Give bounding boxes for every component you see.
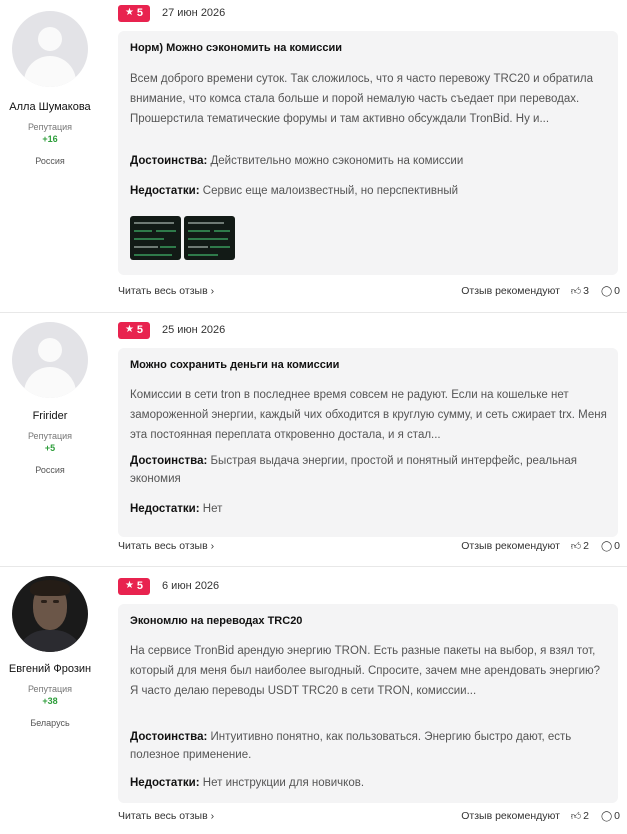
reputation-value: +38 <box>42 696 58 706</box>
review-date: 25 июн 2026 <box>162 324 226 336</box>
like-button[interactable]: 👍︎ 2 <box>571 810 589 822</box>
review-header: ★ 5 25 июн 2026 <box>118 321 225 339</box>
author-name[interactable]: Алла Шумакова <box>0 101 100 113</box>
review-image-thumbnail[interactable] <box>130 216 181 260</box>
review-title[interactable]: Экономлю на переводах TRC20 <box>130 615 302 627</box>
cons-text: Нет <box>202 503 223 515</box>
review-body: Экономлю на переводах TRC20 На сервисе T… <box>118 604 618 803</box>
comment-button[interactable]: ◯ 0 <box>601 810 620 822</box>
review-cons: Недостатки: Нет <box>130 500 608 518</box>
review-title[interactable]: Норм) Можно сэкономить на комиссии <box>130 42 342 54</box>
review-pros: Достоинства: Интуитивно понятно, как пол… <box>130 728 608 764</box>
review-images <box>130 216 235 260</box>
author-country: Россия <box>35 465 65 475</box>
reputation-value: +16 <box>42 134 58 144</box>
review-card: Fririder Репутация +5 Россия ★ 5 25 июн 2… <box>0 318 627 564</box>
star-icon: ★ <box>124 580 134 591</box>
review-header: ★ 5 27 июн 2026 <box>118 4 225 22</box>
review-card: Евгений Фрозин Репутация +38 Беларусь ★ 5… <box>0 574 627 834</box>
comment-icon: ◯ <box>600 540 613 552</box>
cons-label: Недостатки: <box>130 185 200 197</box>
reputation-label: Репутация <box>27 122 73 132</box>
comment-icon: ◯ <box>600 285 613 297</box>
review-card: Алла Шумакова Репутация +16 Россия ★ 5 27… <box>0 0 627 310</box>
thumbs-up-icon: 👍︎ <box>570 286 582 297</box>
star-icon: ★ <box>124 7 134 18</box>
recommend-label: Отзыв рекомендуют <box>461 810 560 822</box>
like-count: 2 <box>583 540 589 552</box>
like-button[interactable]: 👍︎ 3 <box>571 285 589 297</box>
review-body: Можно сохранить деньги на комиссии Комис… <box>118 348 618 537</box>
pros-label: Достоинства: <box>130 731 208 743</box>
star-icon: ★ <box>124 324 134 335</box>
review-footer: Читать весь отзыв › Отзыв рекомендуют 👍︎… <box>118 810 620 826</box>
review-text: Всем доброго времени суток. Так сложилос… <box>130 73 594 125</box>
rating-badge: ★ 5 <box>118 577 150 595</box>
author-country: Беларусь <box>30 718 70 728</box>
thumbs-up-icon: 👍︎ <box>570 811 582 822</box>
review-title[interactable]: Можно сохранить деньги на комиссии <box>130 359 339 371</box>
pros-label: Достоинства: <box>130 455 208 467</box>
review-author: Евгений Фрозин Репутация +38 Беларусь <box>0 574 100 728</box>
review-pros: Достоинства: Действительно можно сэконом… <box>130 152 608 170</box>
rating-value: 5 <box>136 7 144 19</box>
user-avatar-photo[interactable] <box>12 576 88 652</box>
comment-count: 0 <box>614 540 620 552</box>
user-placeholder-icon[interactable] <box>12 322 88 398</box>
review-text: На сервисе TronBid арендую энергию TRON.… <box>130 645 601 697</box>
user-placeholder-icon[interactable] <box>12 11 88 87</box>
read-full-review-link[interactable]: Читать весь отзыв › <box>118 810 214 822</box>
review-author: Fririder Репутация +5 Россия <box>0 318 100 475</box>
comment-count: 0 <box>614 285 620 297</box>
like-button[interactable]: 👍︎ 2 <box>571 540 589 552</box>
review-body: Норм) Можно сэкономить на комиссии Всем … <box>118 31 618 275</box>
review-image-thumbnail[interactable] <box>184 216 235 260</box>
reputation-value: +5 <box>44 443 56 453</box>
comment-count: 0 <box>614 810 620 822</box>
review-author: Алла Шумакова Репутация +16 Россия <box>0 0 100 166</box>
cons-label: Недостатки: <box>130 503 200 515</box>
comment-icon: ◯ <box>600 810 613 822</box>
review-cons: Недостатки: Сервис еще малоизвестный, но… <box>130 182 608 200</box>
rating-badge: ★ 5 <box>118 321 150 339</box>
read-full-review-link[interactable]: Читать весь отзыв › <box>118 285 214 297</box>
pros-text: Действительно можно сэкономить на комисс… <box>210 155 464 167</box>
review-header: ★ 5 6 июн 2026 <box>118 577 219 595</box>
rating-value: 5 <box>136 324 144 336</box>
pros-label: Достоинства: <box>130 155 208 167</box>
reputation-label: Репутация <box>27 684 73 694</box>
cons-label: Недостатки: <box>130 777 200 789</box>
comment-button[interactable]: ◯ 0 <box>601 285 620 297</box>
author-name[interactable]: Евгений Фрозин <box>0 663 100 675</box>
review-footer: Читать весь отзыв › Отзыв рекомендуют 👍︎… <box>118 285 620 301</box>
rating-badge: ★ 5 <box>118 4 150 22</box>
review-pros: Достоинства: Быстрая выдача энергии, про… <box>130 452 608 488</box>
recommend-label: Отзыв рекомендуют <box>461 285 560 297</box>
cons-text: Сервис еще малоизвестный, но перспективн… <box>202 185 459 197</box>
review-footer: Читать весь отзыв › Отзыв рекомендуют 👍︎… <box>118 540 620 556</box>
review-cons: Недостатки: Нет инструкции для новичков. <box>130 774 608 792</box>
rating-value: 5 <box>136 580 144 592</box>
divider <box>0 312 627 313</box>
reputation-label: Репутация <box>27 431 73 441</box>
like-count: 2 <box>583 810 589 822</box>
review-date: 27 июн 2026 <box>162 7 226 19</box>
cons-text: Нет инструкции для новичков. <box>202 777 365 789</box>
comment-button[interactable]: ◯ 0 <box>601 540 620 552</box>
author-name[interactable]: Fririder <box>0 410 100 422</box>
recommend-label: Отзыв рекомендуют <box>461 540 560 552</box>
review-date: 6 июн 2026 <box>162 580 220 592</box>
divider <box>0 566 627 567</box>
thumbs-up-icon: 👍︎ <box>570 541 582 552</box>
author-country: Россия <box>35 156 65 166</box>
review-text: Комиссии в сети tron в последнее время с… <box>130 389 607 441</box>
read-full-review-link[interactable]: Читать весь отзыв › <box>118 540 214 552</box>
like-count: 3 <box>583 285 589 297</box>
